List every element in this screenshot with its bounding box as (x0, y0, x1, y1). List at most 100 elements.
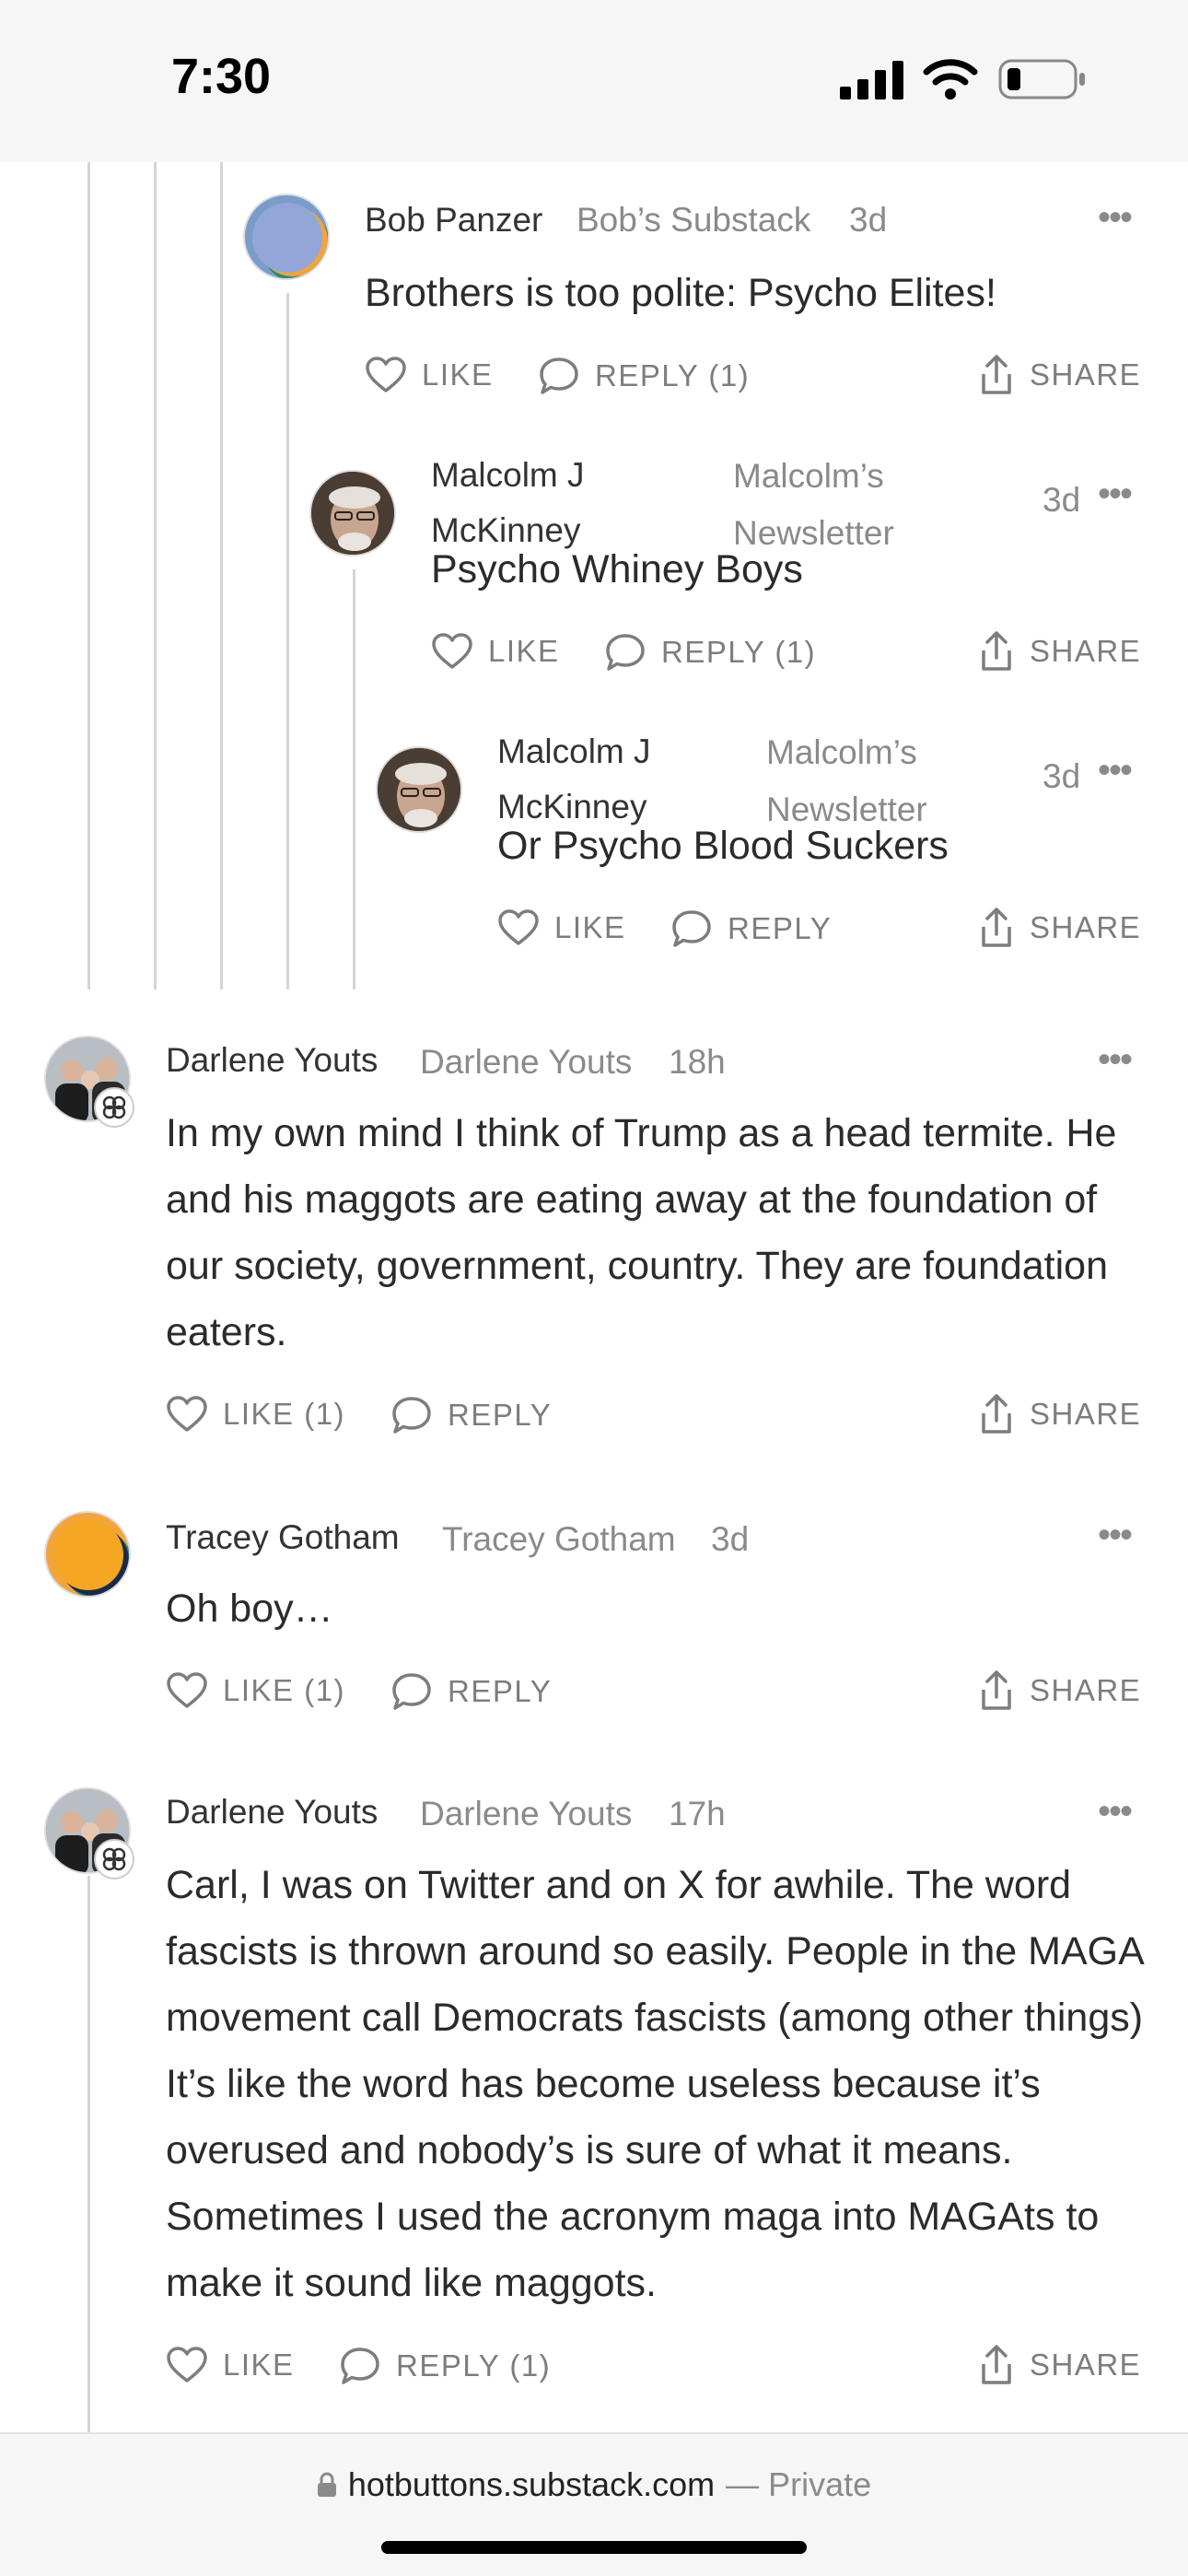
more-options-icon[interactable]: ••• (1098, 1515, 1133, 1556)
avatar[interactable] (44, 1511, 131, 1598)
thread-line (220, 162, 223, 989)
reply-button[interactable]: REPLY (1) (538, 356, 750, 396)
avatar[interactable] (309, 470, 396, 556)
share-button[interactable]: SHARE (978, 1393, 1141, 1435)
author-name[interactable]: Tracey Gotham (166, 1518, 400, 1557)
more-options-icon[interactable]: ••• (1098, 1791, 1133, 1832)
reply-label: REPLY (1) (661, 635, 817, 669)
heart-icon (432, 633, 472, 669)
cellular-signal-icon (840, 61, 903, 100)
share-label: SHARE (1030, 1397, 1142, 1431)
reply-label: REPLY (448, 1398, 553, 1432)
share-button[interactable]: SHARE (978, 630, 1141, 673)
author-name[interactable]: Darlene Youts (166, 1793, 378, 1832)
comment-bubble-icon (672, 910, 711, 947)
reply-button[interactable]: REPLY (1) (604, 632, 816, 673)
thread-line (87, 162, 90, 989)
url-text: hotbuttons.substack.com (347, 2465, 716, 2503)
heart-icon (498, 909, 539, 945)
like-button[interactable]: LIKE (1) (166, 1671, 345, 1710)
home-indicator[interactable] (381, 2541, 807, 2554)
share-button[interactable]: SHARE (978, 354, 1141, 396)
share-label: SHARE (1030, 1673, 1142, 1707)
comment-bubble-icon (606, 634, 645, 671)
heart-icon (366, 357, 406, 392)
comment-text: Carl, I was on Twitter and on X for awhi… (166, 1863, 1144, 2305)
like-button[interactable]: LIKE (1) (166, 1395, 345, 1434)
wifi-icon (923, 59, 978, 100)
heart-icon (167, 1396, 207, 1432)
comment-text: Or Psycho Blood Suckers (497, 824, 949, 868)
reply-button[interactable]: REPLY (670, 908, 832, 949)
thread-line (353, 569, 355, 989)
avatar[interactable] (243, 193, 330, 280)
heart-icon (167, 1672, 207, 1708)
publication-name[interactable]: Bob’s Substack (577, 201, 810, 240)
comment-bubble-icon (341, 2348, 379, 2384)
author-name[interactable]: Bob Panzer (365, 201, 542, 240)
share-icon (982, 1394, 1011, 1434)
like-button[interactable]: LIKE (166, 2346, 295, 2384)
battery-icon (998, 59, 1085, 100)
share-button[interactable]: SHARE (978, 1669, 1141, 1712)
thread-line (286, 293, 289, 989)
subscriber-badge-icon (94, 1839, 134, 1879)
like-label: LIKE (488, 634, 560, 668)
share-label: SHARE (1030, 910, 1142, 944)
comment-time: 3d (711, 1520, 750, 1558)
comment-text: Psycho Whiney Boys (431, 547, 803, 591)
reply-label: REPLY (1) (595, 358, 751, 392)
thread-line (87, 1876, 90, 2432)
url-separator: — (726, 2465, 760, 2503)
reply-button[interactable]: REPLY (1) (339, 2346, 551, 2386)
browser-bottom-bar (0, 2432, 1188, 2576)
reply-button[interactable]: REPLY (390, 1395, 552, 1435)
publication-name[interactable]: Darlene Youts (420, 1795, 632, 1833)
share-icon (982, 2345, 1011, 2384)
share-icon (982, 1670, 1011, 1710)
share-icon (982, 631, 1011, 671)
lock-icon (317, 2472, 336, 2497)
url-bar[interactable]: hotbuttons.substack.com — Private (0, 2465, 1188, 2504)
like-button[interactable]: LIKE (497, 908, 626, 947)
like-button[interactable]: LIKE (431, 632, 560, 671)
comment-bubble-icon (392, 1673, 431, 1710)
publication-name[interactable]: Tracey Gotham (442, 1520, 676, 1559)
heart-icon (167, 2347, 207, 2383)
share-icon (982, 907, 1011, 947)
comment-time: 3d (1042, 481, 1081, 519)
comment-time: 17h (669, 1795, 726, 1832)
like-label: LIKE (223, 2348, 295, 2382)
share-button[interactable]: SHARE (978, 907, 1141, 949)
private-label: Private (768, 2465, 872, 2503)
reply-label: REPLY (728, 911, 833, 945)
author-name[interactable]: Darlene Youts (166, 1041, 378, 1080)
comment-text: Brothers is too polite: Psycho Elites! (365, 271, 996, 315)
more-options-icon[interactable]: ••• (1098, 474, 1133, 515)
publication-name[interactable]: Darlene Youts (420, 1043, 632, 1082)
reply-label: REPLY (1) (396, 2348, 552, 2383)
avatar[interactable] (376, 746, 462, 833)
share-icon (982, 355, 1011, 394)
share-label: SHARE (1030, 357, 1142, 392)
share-label: SHARE (1030, 634, 1142, 668)
comment-time: 18h (669, 1043, 726, 1081)
subscriber-badge-icon (94, 1087, 134, 1128)
comment-bubble-icon (392, 1397, 431, 1434)
more-options-icon[interactable]: ••• (1098, 197, 1133, 239)
reply-label: REPLY (448, 1674, 553, 1708)
more-options-icon[interactable]: ••• (1098, 750, 1133, 791)
like-label: LIKE (422, 357, 494, 392)
like-label: LIKE (1) (223, 1397, 346, 1431)
share-label: SHARE (1030, 2348, 1142, 2382)
comment-text: In my own mind I think of Trump as a hea… (166, 1111, 1117, 1354)
comment-bubble-icon (540, 357, 578, 394)
comment-time: 3d (849, 201, 888, 239)
more-options-icon[interactable]: ••• (1098, 1039, 1133, 1081)
status-time: 7:30 (171, 49, 272, 104)
comment-time: 3d (1042, 757, 1081, 795)
thread-line (154, 162, 157, 989)
like-button[interactable]: LIKE (365, 356, 494, 394)
reply-button[interactable]: REPLY (390, 1671, 552, 1712)
share-button[interactable]: SHARE (978, 2344, 1141, 2386)
